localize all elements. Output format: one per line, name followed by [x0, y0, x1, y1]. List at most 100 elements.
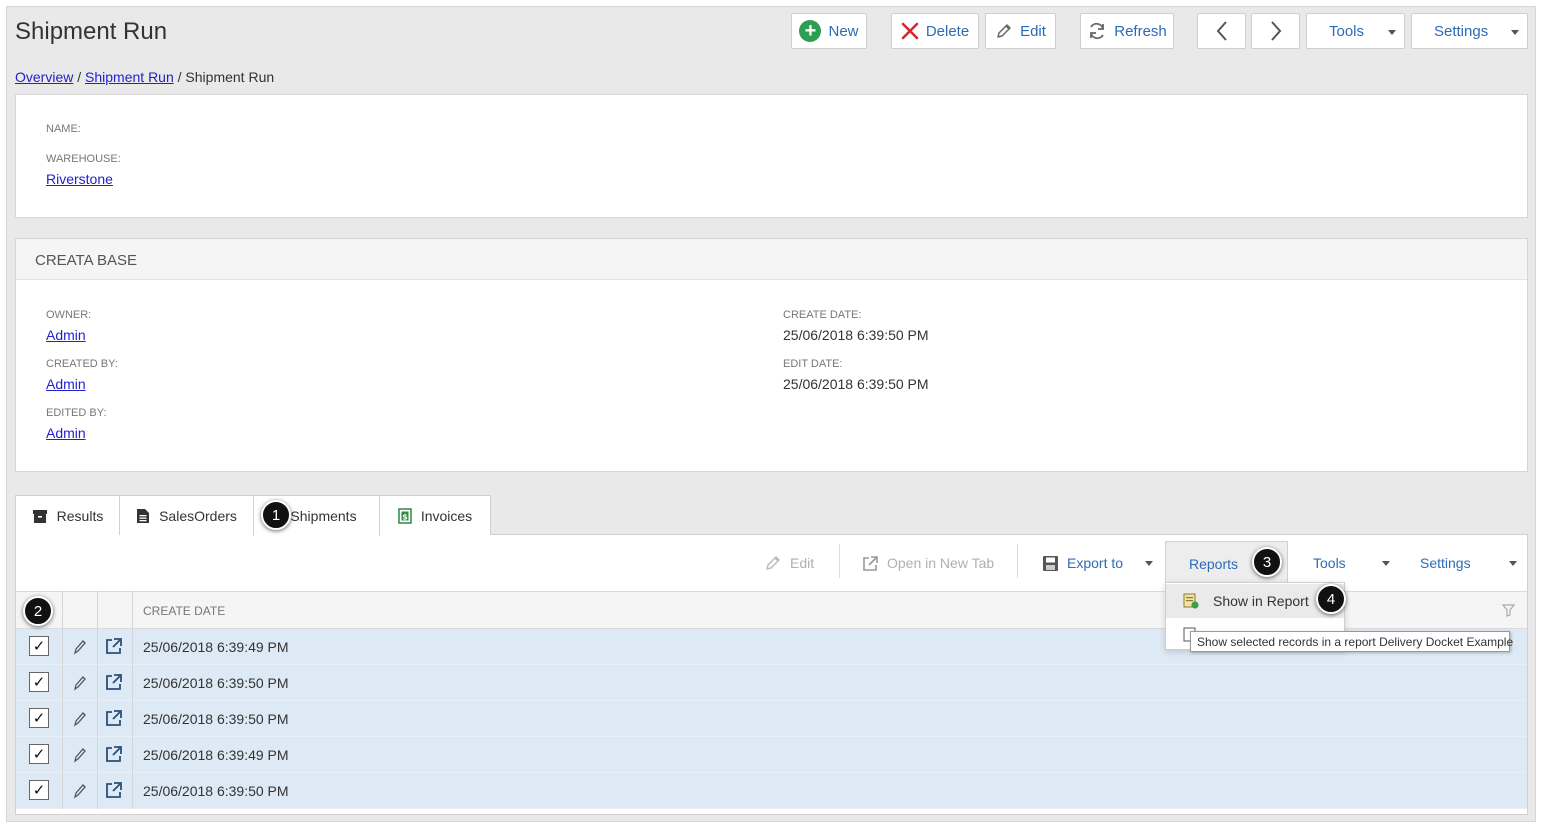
settings-label: Settings: [1434, 22, 1489, 40]
row-checkbox[interactable]: ✓: [29, 780, 49, 800]
table-row[interactable]: ✓ 25/06/2018 6:39:50 PM: [16, 701, 1527, 737]
pencil-icon[interactable]: [73, 781, 87, 799]
export-to-dropdown[interactable]: Export to: [1042, 541, 1154, 585]
filter-icon[interactable]: [1502, 604, 1515, 617]
edit-button-label: Edit: [1020, 22, 1046, 40]
open-new-tab-label: Open in New Tab: [887, 555, 995, 571]
edited-by-label: EDITED BY:: [46, 407, 107, 419]
create-date-label: CREATE DATE:: [783, 309, 862, 321]
external-link-icon: [863, 555, 878, 571]
table-row[interactable]: ✓ 25/06/2018 6:39:49 PM: [16, 737, 1527, 773]
table-row[interactable]: ✓ 25/06/2018 6:39:50 PM: [16, 665, 1527, 701]
grid-edit-label: Edit: [790, 555, 815, 571]
pencil-icon: [766, 556, 780, 570]
name-label: NAME:: [46, 123, 81, 135]
tab-invoices-label: Invoices: [420, 507, 473, 524]
row-checkbox[interactable]: ✓: [29, 744, 49, 764]
archive-box-icon: [32, 509, 47, 523]
tab-shipments-label: Shipments: [290, 508, 357, 524]
breadcrumb-separator: /: [77, 69, 82, 85]
chevron-down-icon: [1381, 560, 1390, 566]
row-create-date: 25/06/2018 6:39:50 PM: [143, 675, 289, 691]
delete-button-label: Delete: [925, 22, 970, 40]
created-by-link[interactable]: Admin: [46, 376, 86, 392]
tab-salesorders[interactable]: SalesOrders: [119, 495, 254, 535]
chevron-right-icon: [1270, 21, 1281, 41]
settings-dropdown[interactable]: Settings: [1411, 13, 1528, 49]
chevron-left-icon: [1216, 21, 1227, 41]
show-in-report-label: Show in Report: [1213, 593, 1309, 609]
export-to-label: Export to: [1067, 555, 1124, 571]
breadcrumb: Overview / Shipment Run / Shipment Run: [15, 69, 274, 85]
table-row[interactable]: ✓ 25/06/2018 6:39:50 PM: [16, 773, 1527, 809]
close-x-icon: [901, 22, 919, 40]
edit-button[interactable]: Edit: [985, 13, 1056, 49]
external-link-icon[interactable]: [105, 709, 123, 727]
pencil-icon[interactable]: [73, 709, 87, 727]
creata-base-panel: CREATA BASE OWNER: Admin CREATED BY: Adm…: [15, 238, 1528, 472]
owner-label: OWNER:: [46, 309, 92, 321]
row-create-date: 25/06/2018 6:39:50 PM: [143, 711, 289, 727]
external-link-icon[interactable]: [105, 637, 123, 655]
grid-tools-dropdown[interactable]: Tools: [1313, 541, 1390, 585]
breadcrumb-current: Shipment Run: [185, 69, 275, 85]
refresh-button[interactable]: Refresh: [1080, 13, 1174, 49]
edited-by-link[interactable]: Admin: [46, 425, 86, 441]
create-date-value: 25/06/2018 6:39:50 PM: [783, 327, 929, 343]
column-divider: [97, 591, 98, 809]
pencil-icon[interactable]: [73, 673, 87, 691]
breadcrumb-separator: /: [177, 69, 182, 85]
reports-label: Reports: [1189, 555, 1239, 572]
external-link-icon[interactable]: [105, 745, 123, 763]
warehouse-link[interactable]: Riverstone: [46, 171, 113, 187]
tools-dropdown[interactable]: Tools: [1306, 13, 1405, 49]
grid-tools-label: Tools: [1313, 555, 1346, 571]
refresh-button-label: Refresh: [1114, 22, 1167, 40]
tooltip: Show selected records in a report Delive…: [1190, 631, 1513, 652]
row-checkbox[interactable]: ✓: [29, 636, 49, 656]
refresh-icon: [1090, 22, 1105, 40]
page-title: Shipment Run: [15, 18, 168, 45]
new-button[interactable]: + New: [791, 13, 867, 49]
previous-button[interactable]: [1197, 13, 1246, 49]
grid-settings-label: Settings: [1420, 555, 1471, 571]
tab-salesorders-label: SalesOrders: [159, 507, 237, 524]
panel-header: CREATA BASE: [16, 239, 1527, 280]
grid-edit-button[interactable]: Edit: [764, 541, 814, 585]
next-button[interactable]: [1251, 13, 1300, 49]
tab-results[interactable]: Results: [15, 495, 120, 535]
save-disk-icon: [1043, 555, 1058, 571]
row-checkbox[interactable]: ✓: [29, 708, 49, 728]
open-new-tab-button[interactable]: Open in New Tab: [862, 541, 994, 585]
external-link-icon[interactable]: [105, 673, 123, 691]
row-checkbox[interactable]: ✓: [29, 672, 49, 692]
row-create-date: 25/06/2018 6:39:49 PM: [143, 639, 289, 655]
column-divider: [62, 591, 63, 809]
step-badge: 4: [1316, 584, 1346, 614]
toolbar-divider: [1017, 544, 1018, 578]
grid-settings-dropdown[interactable]: Settings: [1420, 541, 1517, 585]
chevron-down-icon: [1145, 560, 1154, 566]
step-badge: 2: [23, 596, 53, 626]
column-divider: [132, 591, 133, 809]
pencil-icon[interactable]: [73, 637, 87, 655]
breadcrumb-overview-link[interactable]: Overview: [15, 69, 73, 85]
edit-date-value: 25/06/2018 6:39:50 PM: [783, 376, 929, 392]
tab-results-label: Results: [56, 507, 104, 524]
chevron-down-icon: [1511, 30, 1519, 35]
tab-invoices[interactable]: $ Invoices: [379, 495, 491, 535]
panel-title: CREATA BASE: [35, 252, 137, 269]
new-button-label: New: [828, 22, 859, 40]
step-badge: 1: [261, 500, 291, 530]
row-create-date: 25/06/2018 6:39:50 PM: [143, 783, 289, 799]
row-create-date: 25/06/2018 6:39:49 PM: [143, 747, 289, 763]
external-link-icon[interactable]: [105, 781, 123, 799]
delete-button[interactable]: Delete: [891, 13, 979, 49]
breadcrumb-shipment-run-link[interactable]: Shipment Run: [85, 69, 174, 85]
edit-date-label: EDIT DATE:: [783, 358, 843, 370]
details-panel: NAME: WAREHOUSE: Riverstone: [15, 94, 1528, 218]
owner-link[interactable]: Admin: [46, 327, 86, 343]
column-header-create-date[interactable]: CREATE DATE: [143, 604, 225, 618]
report-icon: [1183, 593, 1199, 609]
pencil-icon[interactable]: [73, 745, 87, 763]
